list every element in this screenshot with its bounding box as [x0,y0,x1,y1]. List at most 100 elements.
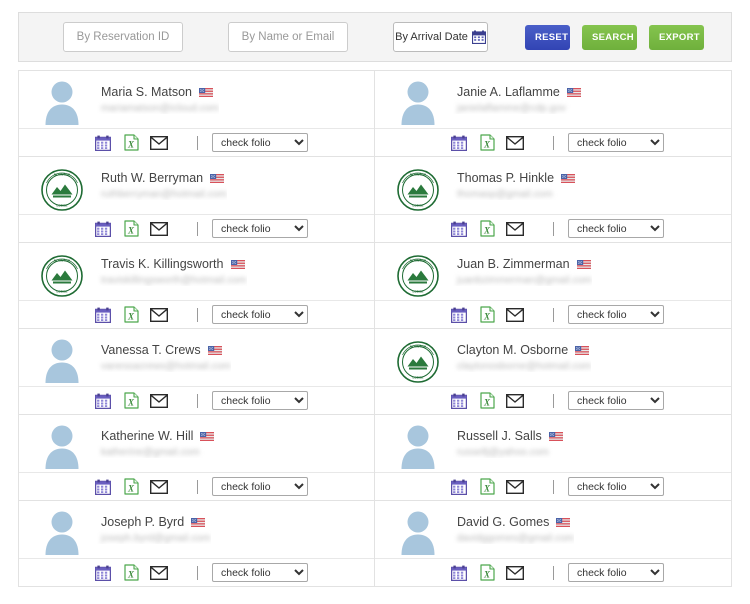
guest-name[interactable]: Juan B. Zimmerman [457,257,570,271]
envelope-icon[interactable] [145,479,173,494]
excel-file-icon[interactable]: X [473,306,501,323]
excel-file-icon[interactable]: X [117,220,145,237]
excel-file-icon[interactable]: X [473,220,501,237]
reset-button[interactable]: RESET [525,24,570,50]
folio-select[interactable]: check folio [212,563,308,582]
guest-summary: Russell J. Salls russellj@yahoo.com [375,415,731,472]
calendar-icon[interactable] [445,307,473,323]
envelope-icon[interactable] [145,393,173,408]
excel-file-icon[interactable]: X [473,478,501,495]
envelope-icon[interactable] [501,479,529,494]
excel-file-icon[interactable]: X [473,564,501,581]
guest-summary: MOUNTAIN LODGE Travis K. Killingsworth t… [19,243,374,300]
excel-file-icon[interactable]: X [473,392,501,409]
guest-name[interactable]: Janie A. Laflamme [457,85,560,99]
divider [553,393,554,408]
guest-email: janielaflamme@cdp.gov [457,103,566,114]
folio-select[interactable]: check folio [568,563,664,582]
calendar-icon[interactable] [89,135,117,151]
calendar-icon[interactable] [89,565,117,581]
guest-name-line: Ruth W. Berryman [101,171,227,185]
us-flag-icon [191,517,206,527]
envelope-icon[interactable] [145,221,173,236]
folio-select[interactable]: check folio [568,219,664,238]
arrival-date-picker[interactable]: By Arrival Date [393,22,488,52]
envelope-icon[interactable] [501,393,529,408]
avatar-person-icon [31,419,93,469]
excel-file-icon[interactable]: X [117,306,145,323]
calendar-icon[interactable] [445,393,473,409]
excel-file-icon[interactable]: X [117,564,145,581]
guest-row: Maria S. Matson mariamatson@icloud.com X [19,71,731,157]
envelope-icon[interactable] [501,221,529,236]
guest-name[interactable]: Vanessa T. Crews [101,343,201,357]
calendar-icon[interactable] [89,479,117,495]
guest-text-block: Clayton M. Osborne claytonosborne@hotmai… [449,343,591,372]
guest-name[interactable]: David G. Gomes [457,515,549,529]
avatar-person-icon [387,75,449,125]
lodge-logo-icon: MOUNTAIN LODGE [31,247,93,297]
export-button[interactable]: EXPORT [649,24,704,50]
folio-select[interactable]: check folio [568,133,664,152]
search-button[interactable]: SEARCH [582,24,637,50]
name-or-email-input[interactable] [228,22,348,52]
svg-text:X: X [126,311,134,321]
folio-select[interactable]: check folio [212,219,308,238]
folio-select[interactable]: check folio [568,477,664,496]
calendar-icon[interactable] [445,135,473,151]
calendar-icon[interactable] [445,479,473,495]
excel-file-icon[interactable]: X [117,478,145,495]
guest-name[interactable]: Joseph P. Byrd [101,515,184,529]
guest-action-bar: X check folio [19,558,374,586]
guest-row: Vanessa T. Crews vanessacrews@hotmail.co… [19,329,731,415]
calendar-icon[interactable] [445,221,473,237]
guest-name[interactable]: Katherine W. Hill [101,429,193,443]
avatar-person-icon [31,505,93,555]
excel-file-icon[interactable]: X [117,392,145,409]
svg-text:LODGE: LODGE [56,289,67,293]
envelope-icon[interactable] [501,135,529,150]
envelope-icon[interactable] [145,135,173,150]
calendar-icon[interactable] [89,221,117,237]
guest-name[interactable]: Russell J. Salls [457,429,542,443]
avatar-person-icon [387,419,449,469]
divider [553,221,554,236]
svg-text:X: X [482,569,490,579]
calendar-icon[interactable] [89,307,117,323]
guest-name-line: Thomas P. Hinkle [457,171,576,185]
envelope-icon[interactable] [501,565,529,580]
folio-select[interactable]: check folio [568,391,664,410]
folio-select[interactable]: check folio [568,305,664,324]
envelope-icon[interactable] [145,307,173,322]
guest-name-line: Juan B. Zimmerman [457,257,592,271]
excel-file-icon[interactable]: X [117,134,145,151]
guest-text-block: Vanessa T. Crews vanessacrews@hotmail.co… [93,343,231,372]
folio-select[interactable]: check folio [212,305,308,324]
folio-select[interactable]: check folio [212,391,308,410]
folio-select[interactable]: check folio [212,477,308,496]
svg-text:LODGE: LODGE [56,203,67,207]
svg-text:X: X [482,397,490,407]
guest-name[interactable]: Thomas P. Hinkle [457,171,554,185]
envelope-icon[interactable] [145,565,173,580]
us-flag-icon [556,517,571,527]
excel-file-icon[interactable]: X [473,134,501,151]
guest-card: MOUNTAIN LODGE Travis K. Killingsworth t… [19,243,375,329]
guest-email: katherine@gmail.com [101,447,200,458]
guest-card: Joseph P. Byrd joseph.byrd@gmail.com X c… [19,501,375,587]
envelope-icon[interactable] [501,307,529,322]
calendar-icon[interactable] [445,565,473,581]
guest-name-line: Janie A. Laflamme [457,85,581,99]
calendar-icon[interactable] [89,393,117,409]
guest-name[interactable]: Maria S. Matson [101,85,192,99]
guest-name[interactable]: Travis K. Killingsworth [101,257,224,271]
us-flag-icon [561,173,576,183]
avatar-person-icon [31,333,93,383]
guest-name[interactable]: Ruth W. Berryman [101,171,203,185]
svg-text:X: X [482,225,490,235]
guest-name[interactable]: Clayton M. Osborne [457,343,568,357]
us-flag-icon [200,431,215,441]
reservation-id-input[interactable] [63,22,183,52]
guest-action-bar: X check folio [375,300,731,328]
folio-select[interactable]: check folio [212,133,308,152]
